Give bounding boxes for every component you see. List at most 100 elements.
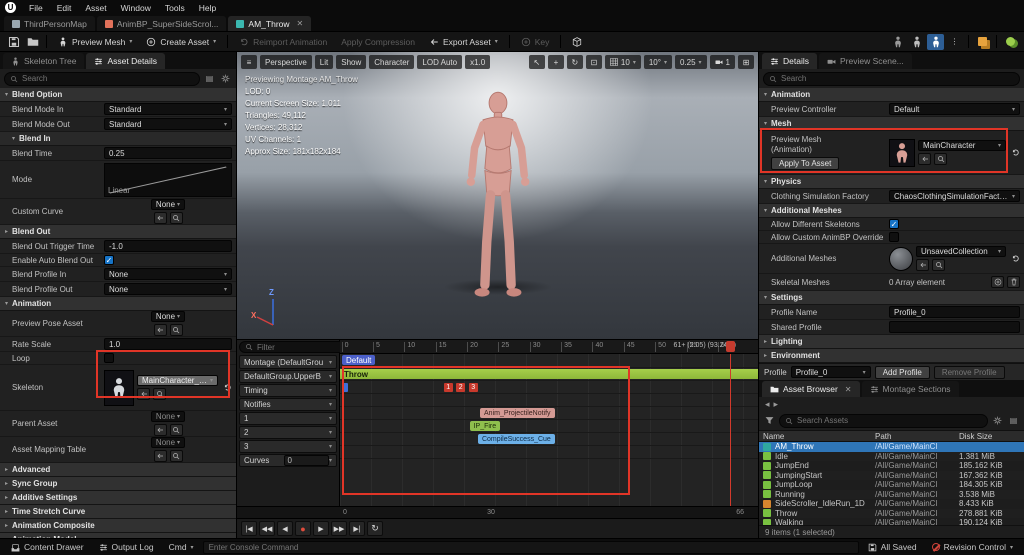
tab-am-throw[interactable]: AM_Throw bbox=[228, 16, 312, 31]
skeleton-asset-icon[interactable] bbox=[889, 34, 906, 50]
play-button[interactable] bbox=[313, 521, 329, 536]
add-element-icon[interactable] bbox=[991, 276, 1004, 288]
category-animation[interactable]: Animation bbox=[0, 297, 236, 311]
use-selected-asset-icon[interactable] bbox=[918, 153, 931, 165]
parent-asset-dropdown[interactable]: None bbox=[150, 411, 186, 422]
category-time-stretch-curve[interactable]: Time Stretch Curve bbox=[0, 505, 236, 519]
character-button[interactable]: Character bbox=[369, 55, 415, 69]
playhead-line[interactable] bbox=[730, 354, 732, 506]
back-icon[interactable]: ◂ bbox=[765, 399, 770, 410]
delete-icon[interactable] bbox=[1007, 276, 1020, 288]
asset-row-walking[interactable]: Walking /All/Game/MainCl 190.124 KiB bbox=[759, 518, 1024, 525]
allow-different-skeletons-checkbox[interactable] bbox=[889, 219, 899, 229]
apply-to-asset-button[interactable]: Apply To Asset bbox=[771, 157, 840, 170]
browse-to-asset-icon[interactable] bbox=[24, 34, 41, 50]
use-selected-asset-icon[interactable] bbox=[916, 259, 929, 271]
create-asset-button[interactable]: Create Asset bbox=[140, 35, 222, 49]
loop-checkbox[interactable] bbox=[104, 353, 114, 363]
skeletal-mesh-asset-icon[interactable] bbox=[908, 34, 925, 50]
track-notify-3[interactable]: 3 bbox=[239, 440, 337, 453]
slot-track[interactable]: Throw bbox=[340, 368, 758, 381]
track-timing[interactable]: Timing bbox=[239, 384, 337, 397]
notify-track-2[interactable]: IP_Fire bbox=[340, 420, 758, 433]
column-name[interactable]: Name bbox=[763, 432, 875, 441]
reset-to-default-icon[interactable] bbox=[1011, 254, 1020, 263]
preview-mesh-thumbnail[interactable] bbox=[889, 138, 915, 167]
blend-mode-out-dropdown[interactable]: Standard bbox=[104, 118, 232, 130]
blend-mode-in-dropdown[interactable]: Standard bbox=[104, 103, 232, 115]
track-slot[interactable]: DefaultGroup.UpperB bbox=[239, 370, 337, 383]
category-additional-meshes[interactable]: Additional Meshes bbox=[759, 204, 1024, 218]
details-search-input[interactable] bbox=[781, 74, 1014, 83]
tab-asset-browser[interactable]: Asset Browser bbox=[762, 381, 860, 397]
go-to-end-button[interactable] bbox=[349, 521, 365, 536]
grid-snap-button[interactable]: 10 bbox=[604, 55, 641, 69]
additional-meshes-thumbnail[interactable] bbox=[889, 246, 913, 271]
asset-row-running[interactable]: Running /All/Game/MainCl 3.538 MiB bbox=[759, 489, 1024, 499]
revision-control-button[interactable]: Revision Control bbox=[926, 541, 1019, 553]
forward-icon[interactable]: ▸ bbox=[774, 399, 779, 410]
timing-marker-1[interactable]: 1 bbox=[443, 383, 453, 392]
preview-character-mesh[interactable] bbox=[440, 88, 555, 313]
camera-speed-button[interactable]: 1 bbox=[709, 55, 735, 69]
timeline-range-bar[interactable]: 0 30 66 bbox=[237, 506, 758, 518]
category-additive-settings[interactable]: Additive Settings bbox=[0, 491, 236, 505]
asset-row-throw[interactable]: Throw /All/Game/MainCl 278.881 KiB bbox=[759, 508, 1024, 518]
asset-search-field[interactable] bbox=[779, 413, 988, 428]
shared-profile-input[interactable] bbox=[889, 321, 1020, 333]
track-notify-1[interactable]: 1 bbox=[239, 412, 337, 425]
notifies-header-track[interactable] bbox=[340, 394, 758, 407]
blend-profile-in-dropdown[interactable]: None bbox=[104, 268, 232, 280]
clothing-simulation-factory-dropdown[interactable]: ChaosClothingSimulationFactory bbox=[889, 190, 1020, 202]
timeline-tracks[interactable]: 0 5 10 15 20 25 30 35 40 45 50 55 60 61+… bbox=[340, 340, 758, 506]
custom-curve-dropdown[interactable]: None bbox=[150, 199, 186, 210]
rotate-tool-icon[interactable]: ↻ bbox=[566, 55, 583, 69]
close-icon[interactable] bbox=[297, 19, 304, 28]
tab-animbp-supersidescroller[interactable]: AnimBP_SuperSideScrol... bbox=[96, 16, 227, 31]
additional-meshes-dropdown[interactable]: UnsavedCollection bbox=[916, 246, 1006, 257]
playhead-handle[interactable] bbox=[726, 341, 736, 352]
reset-to-default-icon[interactable] bbox=[1011, 148, 1020, 157]
category-physics[interactable]: Physics bbox=[759, 175, 1024, 189]
show-button[interactable]: Show bbox=[336, 55, 367, 69]
notify-track-3[interactable]: CompileSuccess_Cue bbox=[340, 433, 758, 446]
category-advanced[interactable]: Advanced bbox=[0, 463, 236, 477]
notify-anim-projectile[interactable]: Anim_ProjectileNotify bbox=[480, 408, 555, 418]
step-backward-button[interactable] bbox=[259, 521, 275, 536]
output-log-button[interactable]: Output Log bbox=[93, 541, 160, 553]
asset-row-jumpend[interactable]: JumpEnd /All/Game/MainCl 185.162 KiB bbox=[759, 461, 1024, 471]
menu-tools[interactable]: Tools bbox=[158, 2, 192, 14]
timeline-ruler[interactable]: 0 5 10 15 20 25 30 35 40 45 50 55 60 61+… bbox=[340, 340, 758, 354]
section-track[interactable]: Default bbox=[340, 354, 758, 368]
profile-dropdown[interactable]: Profile_0 bbox=[790, 366, 871, 378]
category-blend-option[interactable]: Blend Option bbox=[0, 88, 236, 102]
blend-curve-widget[interactable]: Linear bbox=[104, 162, 232, 197]
content-drawer-button[interactable]: Content Drawer bbox=[5, 541, 90, 553]
track-curves[interactable]: Curves 0 bbox=[239, 454, 337, 467]
lod-auto-button[interactable]: LOD Auto bbox=[417, 55, 463, 69]
category-mesh[interactable]: Mesh bbox=[759, 117, 1024, 131]
cmd-dropdown[interactable]: Cmd bbox=[163, 541, 200, 553]
toolbar-overflow-icon[interactable]: ⋮ bbox=[946, 34, 963, 50]
anim-blueprint-asset-icon[interactable] bbox=[974, 34, 991, 50]
category-environment[interactable]: Environment bbox=[759, 349, 1024, 363]
close-icon[interactable] bbox=[845, 385, 852, 394]
timing-track[interactable]: 1 2 3 bbox=[340, 381, 758, 394]
make-static-mesh-button[interactable] bbox=[566, 35, 592, 49]
section-marker-default[interactable]: Default bbox=[342, 355, 376, 365]
scale-snap-button[interactable]: 0.25 bbox=[674, 55, 707, 69]
tab-skeleton-tree[interactable]: Skeleton Tree bbox=[3, 53, 85, 69]
go-to-start-button[interactable] bbox=[241, 521, 257, 536]
export-asset-button[interactable]: Export Asset bbox=[423, 35, 504, 49]
blend-profile-out-dropdown[interactable]: None bbox=[104, 283, 232, 295]
maximize-viewport-icon[interactable]: ⊞ bbox=[738, 55, 754, 69]
category-lighting[interactable]: Lighting bbox=[759, 335, 1024, 349]
column-path[interactable]: Path bbox=[875, 432, 959, 441]
use-selected-asset-icon[interactable] bbox=[153, 212, 167, 224]
search-field[interactable] bbox=[763, 71, 1020, 86]
browse-to-asset-icon[interactable] bbox=[169, 424, 183, 436]
menu-window[interactable]: Window bbox=[114, 2, 158, 14]
category-animation[interactable]: Animation bbox=[759, 88, 1024, 102]
category-blend-out[interactable]: Blend Out bbox=[0, 225, 236, 239]
scale-tool-icon[interactable]: ⊡ bbox=[585, 55, 602, 69]
